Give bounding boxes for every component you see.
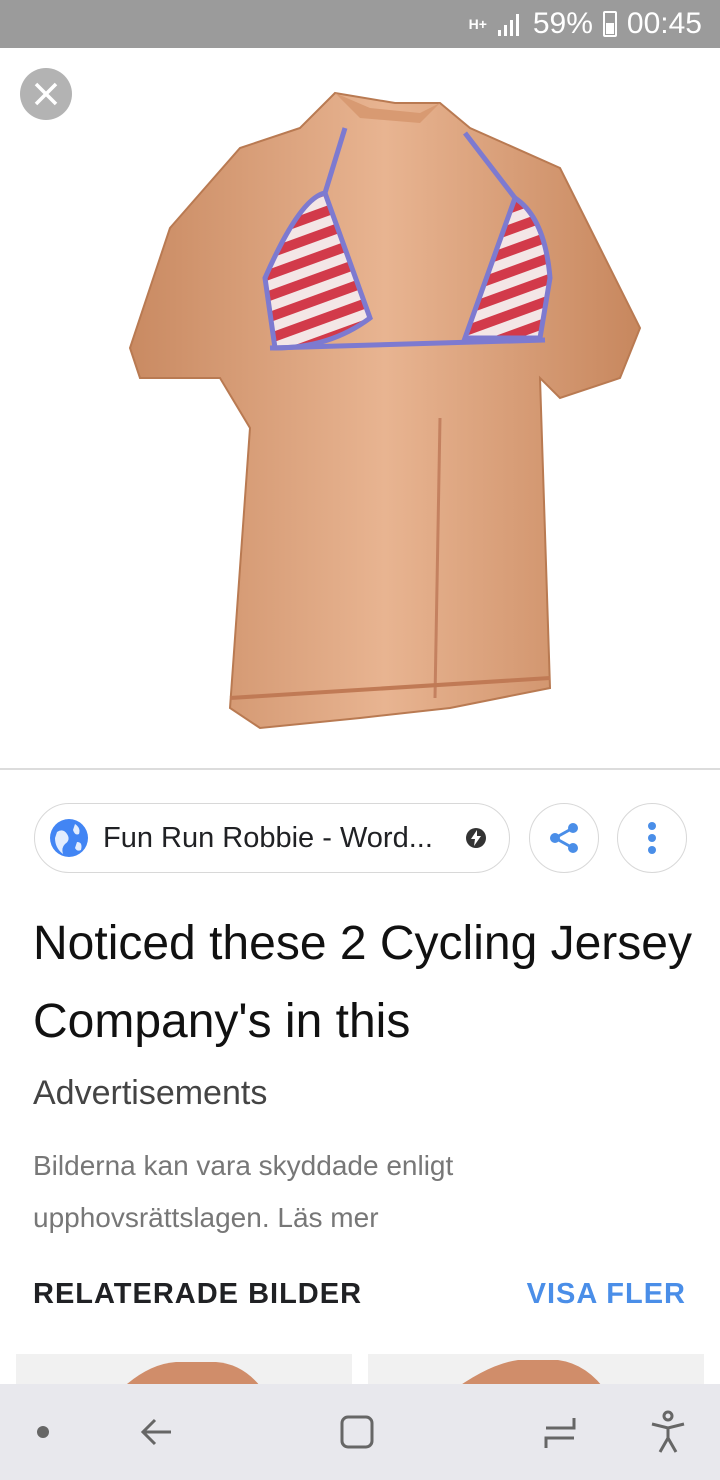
more-options-button[interactable] [617,803,687,873]
network-type: H+ [468,16,487,32]
amp-bolt-icon [466,828,486,848]
back-button[interactable] [130,1384,184,1480]
battery-percent: 59% [532,7,593,40]
home-button[interactable] [330,1384,384,1480]
show-more-link[interactable]: VISA FLER [527,1278,686,1311]
dot-icon [37,1426,49,1438]
related-images-header: RELATERADE BILDER [33,1278,363,1310]
close-button[interactable] [20,68,72,120]
battery-icon [602,11,617,37]
accessibility-icon [651,1410,685,1453]
more-vert-icon [648,822,656,854]
status-indicators: H+ 59% 00:45 [469,0,702,48]
status-bar: H+ 59% 00:45 [0,0,720,48]
home-square-icon [340,1415,374,1449]
source-chip[interactable]: Fun Run Robbie - Word... [34,803,510,873]
subtitle: Advertisements [33,1074,268,1112]
source-label: Fun Run Robbie - Word... [103,821,433,854]
recents-button[interactable] [530,1384,590,1480]
close-icon [34,82,58,106]
share-icon [550,823,578,853]
back-arrow-icon [140,1418,171,1446]
main-image[interactable] [0,48,720,768]
accessibility-button[interactable] [640,1384,696,1480]
jersey-image [128,91,642,730]
copyright-notice[interactable]: Bilderna kan vara skyddade enligt upphov… [33,1140,653,1244]
recents-icon [544,1418,576,1448]
divider [0,768,720,770]
signal-icon [497,14,519,36]
share-button[interactable] [529,803,599,873]
page-title[interactable]: Noticed these 2 Cycling Jersey Company's… [33,905,693,1061]
globe-icon [50,819,88,857]
navigation-bar [0,1384,720,1480]
nav-dot[interactable] [28,1384,58,1480]
clock: 00:45 [626,7,702,40]
